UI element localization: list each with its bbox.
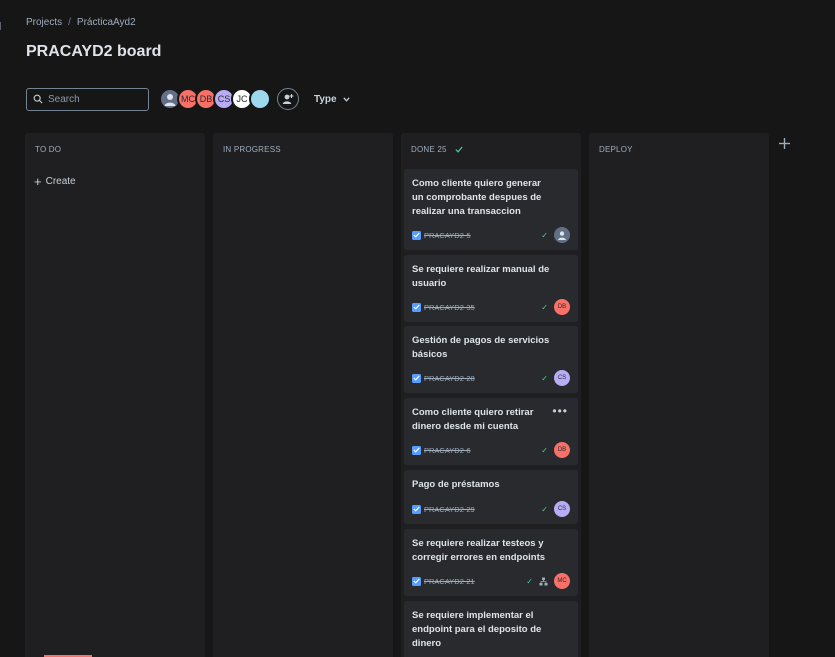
- search-input[interactable]: [48, 93, 138, 105]
- create-label: Create: [45, 176, 76, 187]
- story-checkbox-icon: [412, 576, 421, 586]
- create-issue-button[interactable]: + Create: [34, 173, 76, 189]
- done-check-icon: ✓: [526, 576, 533, 586]
- assignee-avatar[interactable]: DB: [554, 442, 570, 458]
- column-header-todo: TO DO: [35, 145, 61, 154]
- assignee-avatar[interactable]: MC: [554, 573, 570, 589]
- column-title: DEPLOY: [599, 145, 633, 154]
- column-header-in-progress: IN PROGRESS: [223, 145, 281, 154]
- done-check-icon: ✓: [541, 230, 548, 240]
- more-actions-icon[interactable]: •••: [552, 405, 568, 417]
- column-deploy: DEPLOY: [589, 133, 769, 657]
- chevron-down-icon: [342, 96, 350, 102]
- issue-key[interactable]: PRACAYD2-6: [424, 446, 471, 455]
- column-header-deploy: DEPLOY: [599, 145, 633, 154]
- issue-key[interactable]: PRACAYD2-29: [424, 505, 475, 514]
- done-check-icon: ✓: [541, 504, 548, 514]
- story-checkbox-icon: [412, 445, 421, 455]
- story-checkbox-icon: [412, 504, 421, 514]
- issue-key[interactable]: PRACAYD2-28: [424, 374, 475, 383]
- assignee-avatar[interactable]: CS: [554, 370, 570, 386]
- issue-key[interactable]: PRACAYD2-21: [424, 577, 475, 586]
- done-check-icon: ✓: [541, 302, 548, 312]
- issue-title: Se requiere realizar testeos y corregir …: [412, 538, 546, 563]
- issue-footer: PRACAYD2-5 ✓: [412, 227, 570, 243]
- story-checkbox-icon: [412, 230, 421, 240]
- assignee-avatar[interactable]: [554, 227, 570, 243]
- column-title: TO DO: [35, 145, 62, 154]
- issue-card[interactable]: Se requiere implementar el endpoint para…: [404, 601, 578, 657]
- add-person-icon: [282, 94, 294, 104]
- issue-key[interactable]: PRACAYD2-5: [424, 231, 471, 240]
- issue-title: Se requiere realizar manual de usuario: [412, 264, 550, 289]
- issue-footer: PRACAYD2-35 ✓ DB: [412, 299, 570, 315]
- issue-footer: PRACAYD2-29 ✓ CS: [412, 501, 570, 517]
- issue-footer: PRACAYD2-6 ✓ DB: [412, 442, 570, 458]
- breadcrumb-separator: /: [68, 17, 71, 28]
- issue-title: Gestión de pagos de servicios básicos: [412, 335, 550, 360]
- issue-title: Se requiere implementar el endpoint para…: [412, 610, 542, 649]
- column-todo: TO DO + Create: [25, 133, 205, 657]
- done-check-icon: ✓: [541, 445, 548, 455]
- breadcrumb-projects-link[interactable]: Projects: [26, 17, 62, 28]
- issue-card[interactable]: Pago de préstamos PRACAYD2-29 ✓ CS: [404, 470, 578, 524]
- story-checkbox-icon: [412, 373, 421, 383]
- column-header-done: DONE 25: [411, 145, 463, 154]
- avatar-jc-2[interactable]: JC: [249, 88, 271, 110]
- assignee-avatar[interactable]: CS: [554, 501, 570, 517]
- issue-footer: PRACAYD2-28 ✓ CS: [412, 370, 570, 386]
- issue-title: Como cliente quiero retirar dinero desde…: [412, 407, 534, 432]
- plus-icon: [779, 138, 790, 149]
- board-toolbar: MC DB CS JC JC Type: [26, 87, 350, 111]
- breadcrumb: Projects / PrácticaAyd2: [26, 17, 136, 28]
- person-icon: [164, 94, 176, 106]
- issue-footer: PRACAYD2-21 ✓ MC: [412, 573, 570, 589]
- issue-key[interactable]: PRACAYD2-35: [424, 303, 475, 312]
- search-icon: [33, 94, 43, 104]
- issue-title: Como cliente quiero generar un comproban…: [412, 178, 542, 217]
- type-filter-dropdown[interactable]: Type: [314, 94, 350, 105]
- issue-card[interactable]: Se requiere realizar testeos y corregir …: [404, 529, 578, 596]
- add-people-button[interactable]: [277, 88, 299, 110]
- assignee-avatars: MC DB CS JC JC: [159, 88, 271, 110]
- page-title: PRACAYD2 board: [26, 43, 162, 60]
- column-title: DONE 25: [411, 145, 447, 154]
- search-box[interactable]: [26, 87, 149, 111]
- person-icon: [558, 231, 566, 240]
- plus-icon: +: [34, 173, 42, 189]
- check-icon: [455, 146, 463, 153]
- issue-card[interactable]: Como cliente quiero generar un comproban…: [404, 169, 578, 250]
- issue-title: Pago de préstamos: [412, 479, 500, 490]
- issue-card[interactable]: Gestión de pagos de servicios básicos PR…: [404, 326, 578, 393]
- column-in-progress: IN PROGRESS: [213, 133, 393, 657]
- add-column-button[interactable]: [778, 135, 791, 153]
- story-checkbox-icon: [412, 302, 421, 312]
- window-edge-marker: [0, 22, 3, 30]
- breadcrumb-project-link[interactable]: PrácticaAyd2: [77, 17, 136, 28]
- column-done: DONE 25 Como cliente quiero generar un c…: [401, 133, 581, 657]
- issue-card[interactable]: Se requiere realizar manual de usuario P…: [404, 255, 578, 322]
- type-filter-label: Type: [314, 93, 337, 105]
- done-check-icon: ✓: [541, 373, 548, 383]
- issue-card[interactable]: Como cliente quiero retirar dinero desde…: [404, 398, 578, 465]
- child-issues-icon: [539, 577, 548, 586]
- column-title: IN PROGRESS: [223, 145, 281, 154]
- assignee-avatar[interactable]: DB: [554, 299, 570, 315]
